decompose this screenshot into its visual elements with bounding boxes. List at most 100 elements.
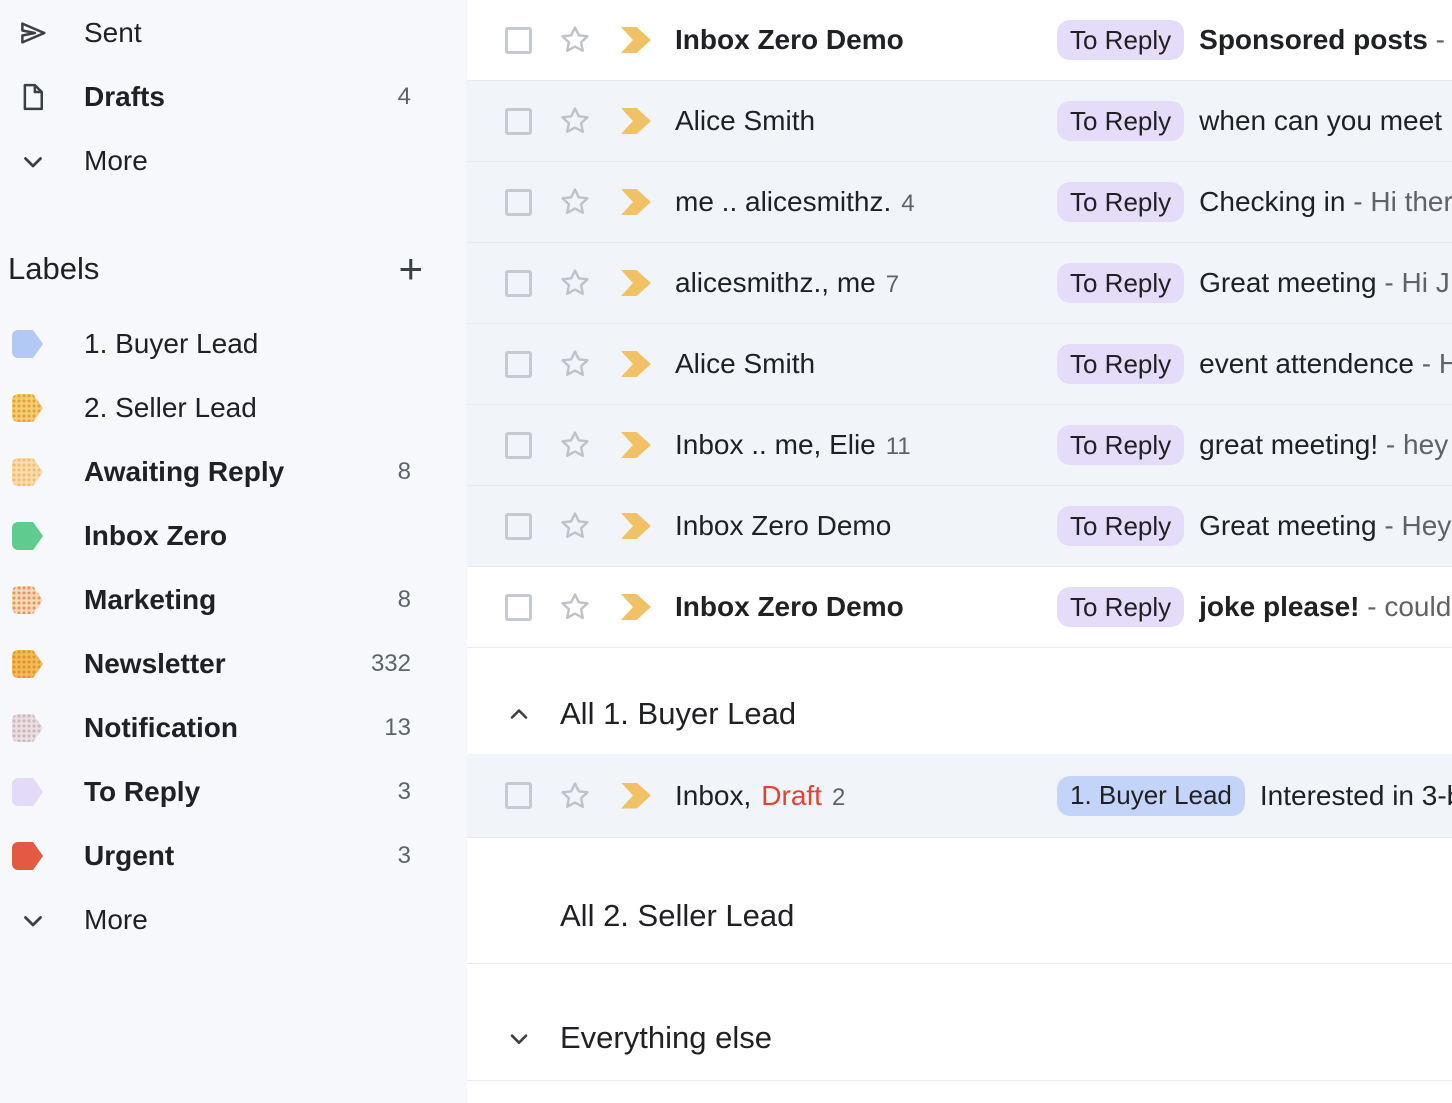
email-subject-line: Checking in - Hi ther: [1199, 186, 1452, 218]
sidebar-label-item[interactable]: 2. Seller Lead: [0, 376, 467, 440]
label-badge[interactable]: To Reply: [1057, 101, 1184, 141]
importance-marker-icon[interactable]: [621, 432, 651, 458]
email-subject-line: event attendence - H: [1199, 348, 1452, 380]
email-row-buyer-lead[interactable]: Inbox, Draft 2 1. Buyer Lead Interested …: [467, 754, 1452, 838]
select-checkbox[interactable]: [505, 594, 532, 621]
sender-name: Inbox Zero Demo: [675, 24, 904, 56]
chevron-down-icon[interactable]: [505, 1024, 533, 1052]
importance-marker-icon[interactable]: [621, 513, 651, 539]
email-snippet: Hey: [1401, 510, 1451, 542]
sidebar-label-item[interactable]: Urgent 3: [0, 824, 467, 888]
star-icon[interactable]: [558, 509, 592, 543]
sender-name: me .. alicesmithz.: [675, 186, 891, 218]
sidebar-labels-more[interactable]: More: [0, 888, 467, 952]
email-row[interactable]: alicesmithz., me 7 To Reply Great meetin…: [467, 243, 1452, 324]
chevron-up-icon[interactable]: [505, 700, 533, 728]
email-sender: Inbox Zero Demo: [675, 591, 1057, 623]
email-row[interactable]: Inbox Zero Demo To Reply Sponsored posts…: [467, 0, 1452, 81]
label-badge[interactable]: To Reply: [1057, 263, 1184, 303]
sidebar-label-count: 8: [398, 586, 411, 614]
email-sender: Inbox, Draft 2: [675, 780, 1057, 812]
thread-count: 4: [901, 190, 914, 218]
label-badge[interactable]: To Reply: [1057, 506, 1184, 546]
label-badge[interactable]: 1. Buyer Lead: [1057, 776, 1245, 816]
email-subject: Sponsored posts: [1199, 24, 1428, 56]
sidebar-label-item[interactable]: To Reply 3: [0, 760, 467, 824]
email-snippet: Hi J: [1401, 267, 1449, 299]
email-row[interactable]: Alice Smith To Reply when can you meet: [467, 81, 1452, 162]
sidebar-item-more[interactable]: More: [0, 129, 467, 193]
star-icon[interactable]: [558, 104, 592, 138]
label-badge[interactable]: To Reply: [1057, 182, 1184, 222]
importance-marker-icon[interactable]: [621, 189, 651, 215]
email-sender: alicesmithz., me 7: [675, 267, 1057, 299]
email-row[interactable]: me .. alicesmithz. 4 To Reply Checking i…: [467, 162, 1452, 243]
sender-draft-label: Draft: [761, 780, 822, 812]
email-subject: Interested in 3-b: [1260, 780, 1452, 812]
label-badge[interactable]: To Reply: [1057, 425, 1184, 465]
select-checkbox[interactable]: [505, 782, 532, 809]
subject-snippet-separator: -: [1378, 429, 1403, 461]
importance-marker-icon[interactable]: [621, 783, 651, 809]
label-tag-icon: [12, 778, 43, 806]
sidebar-label-item[interactable]: Awaiting Reply 8: [0, 440, 467, 504]
sender-name: Inbox Zero Demo: [675, 510, 891, 542]
email-subject-line: joke please! - could: [1199, 591, 1452, 623]
add-label-button[interactable]: +: [398, 248, 423, 290]
star-icon[interactable]: [558, 779, 592, 813]
importance-marker-icon[interactable]: [621, 27, 651, 53]
email-row[interactable]: Inbox Zero Demo To Reply joke please! - …: [467, 567, 1452, 648]
section-header-buyer-lead[interactable]: All 1. Buyer Lead: [467, 674, 1452, 754]
chevron-down-icon: [16, 903, 50, 937]
sidebar-label-item[interactable]: Inbox Zero: [0, 504, 467, 568]
star-icon[interactable]: [558, 185, 592, 219]
star-icon[interactable]: [558, 428, 592, 462]
subject-snippet-separator: -: [1377, 510, 1402, 542]
email-list: Inbox Zero Demo To Reply Sponsored posts…: [467, 0, 1452, 1103]
select-checkbox[interactable]: [505, 189, 532, 216]
label-badge[interactable]: To Reply: [1057, 20, 1184, 60]
email-row-list: Inbox Zero Demo To Reply Sponsored posts…: [467, 0, 1452, 648]
email-row[interactable]: Alice Smith To Reply event attendence - …: [467, 324, 1452, 405]
star-icon[interactable]: [558, 347, 592, 381]
sidebar-item-sent[interactable]: Sent: [0, 1, 467, 65]
star-icon[interactable]: [558, 23, 592, 57]
importance-marker-icon[interactable]: [621, 351, 651, 377]
sidebar-item-drafts[interactable]: Drafts 4: [0, 65, 467, 129]
select-checkbox[interactable]: [505, 351, 532, 378]
sidebar-label-name: Newsletter: [84, 648, 226, 680]
star-icon[interactable]: [558, 266, 592, 300]
send-icon: [16, 16, 50, 50]
sidebar-label-name: To Reply: [84, 776, 200, 808]
section-header-seller-lead[interactable]: All 2. Seller Lead: [467, 876, 1452, 956]
email-subject-line: Sponsored posts -: [1199, 24, 1452, 56]
importance-marker-icon[interactable]: [621, 594, 651, 620]
importance-marker-icon[interactable]: [621, 270, 651, 296]
email-row[interactable]: Inbox Zero Demo To Reply Great meeting -…: [467, 486, 1452, 567]
section-header-everything-else[interactable]: Everything else: [467, 998, 1452, 1078]
sidebar-label-item[interactable]: 1. Buyer Lead: [0, 312, 467, 376]
sidebar-label-item[interactable]: Notification 13: [0, 696, 467, 760]
sidebar-label-item[interactable]: Newsletter 332: [0, 632, 467, 696]
email-snippet: H: [1439, 348, 1452, 380]
sidebar-item-label: More: [84, 145, 148, 177]
select-checkbox[interactable]: [505, 513, 532, 540]
sidebar-label-name: Urgent: [84, 840, 174, 872]
chevron-down-icon: [16, 144, 50, 178]
email-row[interactable]: Inbox .. me, Elie 11 To Reply great meet…: [467, 405, 1452, 486]
select-checkbox[interactable]: [505, 270, 532, 297]
select-checkbox[interactable]: [505, 108, 532, 135]
select-checkbox[interactable]: [505, 432, 532, 459]
sender-inbox-label: Inbox,: [675, 780, 751, 812]
label-tag-icon: [12, 522, 43, 550]
labels-header: Labels +: [0, 237, 467, 301]
section-everything-else: Everything else: [467, 964, 1452, 1081]
sidebar-label-count: 13: [384, 714, 411, 742]
sidebar-label-item[interactable]: Marketing 8: [0, 568, 467, 632]
email-subject: great meeting!: [1199, 429, 1378, 461]
importance-marker-icon[interactable]: [621, 108, 651, 134]
label-badge[interactable]: To Reply: [1057, 344, 1184, 384]
label-badge[interactable]: To Reply: [1057, 587, 1184, 627]
select-checkbox[interactable]: [505, 27, 532, 54]
star-icon[interactable]: [558, 590, 592, 624]
